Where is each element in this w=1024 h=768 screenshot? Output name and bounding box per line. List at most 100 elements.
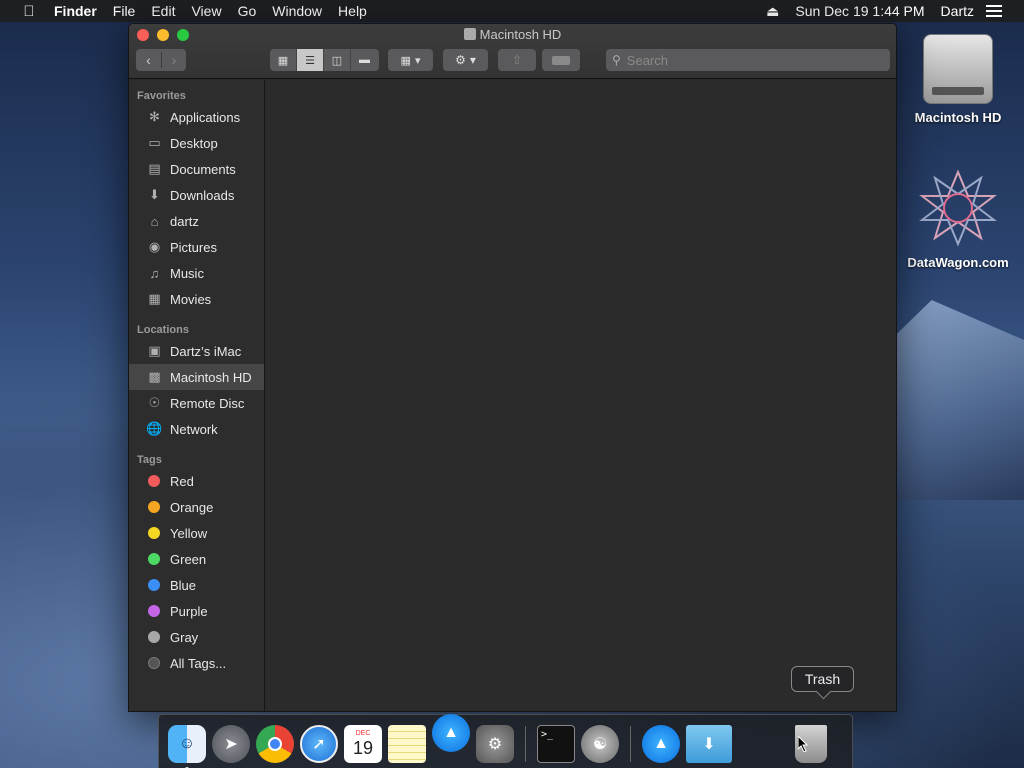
- menu-go[interactable]: Go: [230, 0, 265, 22]
- dock-terminal-icon[interactable]: >_: [537, 724, 575, 763]
- dock-separator: [525, 725, 526, 762]
- hard-disk-icon: ▩: [148, 369, 161, 384]
- sidebar-item-label: Downloads: [170, 187, 235, 203]
- dock-finder-icon[interactable]: ☺: [168, 724, 206, 768]
- sidebar-item-label: All Tags...: [170, 655, 227, 671]
- music-icon: ♫: [149, 265, 160, 281]
- icon-view-button[interactable]: ▦: [270, 49, 297, 71]
- sidebar-item-label: Yellow: [170, 525, 208, 541]
- sidebar-tag-red[interactable]: Red: [129, 468, 264, 494]
- dock-chrome-icon[interactable]: [256, 724, 294, 763]
- dock-downloads-folder-icon[interactable]: ⬇: [686, 724, 732, 763]
- calendar-month: DEC: [355, 730, 371, 737]
- menu-file[interactable]: File: [105, 0, 144, 22]
- dock-automator-icon[interactable]: ☯: [581, 724, 619, 763]
- search-field[interactable]: ⚲: [606, 49, 890, 71]
- sidebar-item-label: Applications: [170, 109, 241, 125]
- group-button[interactable]: ▦ ▾: [388, 49, 433, 71]
- sidebar-tag-purple[interactable]: Purple: [129, 598, 264, 624]
- finder-window: Macintosh HD ‹ › ▦ ☰ ◫ ▬ ▦ ▾ ⚙ ▾ ⇧ ⚲ Sea…: [128, 23, 897, 712]
- dock-system-preferences-icon[interactable]: ⚙: [476, 724, 514, 763]
- sidebar-item-music[interactable]: ♫ Music: [129, 260, 264, 286]
- dock-notes-icon[interactable]: [388, 724, 426, 763]
- tag-icon: [552, 55, 570, 65]
- network-icon: 🌐: [146, 421, 163, 436]
- sidebar-item-macintosh-hd[interactable]: ▩ Macintosh HD: [129, 364, 264, 390]
- dock-app-store-launching-icon[interactable]: ▲: [432, 713, 470, 752]
- sidebar-item-movies[interactable]: ▦ Movies: [129, 286, 264, 312]
- sidebar-item-label: Dartz’s iMac: [170, 343, 242, 359]
- sidebar-tag-yellow[interactable]: Yellow: [129, 520, 264, 546]
- desktop-icon-label: Macintosh HD: [914, 110, 1002, 125]
- imac-icon: ▣: [148, 343, 161, 358]
- dock-calendar-icon[interactable]: DEC 19: [344, 724, 382, 763]
- eject-icon[interactable]: ⏏: [758, 3, 787, 20]
- sidebar-item-network[interactable]: 🌐 Network: [129, 416, 264, 442]
- sidebar-item-desktop[interactable]: ▭ Desktop: [129, 130, 264, 156]
- dock-app-store-icon[interactable]: ▲: [642, 724, 680, 763]
- share-button[interactable]: ⇧: [498, 49, 536, 71]
- action-button[interactable]: ⚙ ▾: [443, 49, 488, 71]
- navigation-buttons: ‹ ›: [136, 49, 186, 71]
- sidebar-item-home[interactable]: ⌂ dartz: [129, 208, 264, 234]
- sidebar-item-downloads[interactable]: ⬇ Downloads: [129, 182, 264, 208]
- tag-button[interactable]: [542, 49, 580, 71]
- forward-button[interactable]: ›: [161, 52, 186, 68]
- tag-red-dot-icon: [148, 475, 160, 487]
- gallery-view-button[interactable]: ▬: [351, 49, 378, 71]
- window-title-text: Macintosh HD: [479, 27, 562, 42]
- sidebar-item-label: Remote Disc: [170, 395, 245, 411]
- apple-menu-icon[interactable]: : [18, 3, 40, 20]
- sidebar-item-documents[interactable]: ▤ Documents: [129, 156, 264, 182]
- sidebar-item-label: dartz: [170, 213, 199, 229]
- sidebar-item-applications[interactable]: ✻ Applications: [129, 104, 264, 130]
- back-button[interactable]: ‹: [136, 52, 161, 68]
- view-mode-buttons: ▦ ☰ ◫ ▬: [270, 49, 379, 71]
- list-view-button[interactable]: ☰: [297, 49, 324, 71]
- dock-launchpad-icon[interactable]: ➤: [212, 724, 250, 763]
- menu-bar:  Finder File Edit View Go Window Help ⏏…: [0, 0, 1024, 22]
- sidebar-item-pictures[interactable]: ◉ Pictures: [129, 234, 264, 260]
- sidebar-tag-all[interactable]: All Tags...: [129, 650, 264, 676]
- sidebar-tag-green[interactable]: Green: [129, 546, 264, 572]
- desktop-icon-macintosh-hd[interactable]: Macintosh HD: [903, 34, 1013, 125]
- applications-icon: ✻: [149, 109, 160, 124]
- search-icon: ⚲: [612, 53, 621, 67]
- tag-gray-dot-icon: [148, 631, 160, 643]
- sidebar-item-label: Gray: [170, 629, 199, 645]
- desktop-icon-datawagon[interactable]: DataWagon.com: [903, 168, 1013, 270]
- search-input[interactable]: [626, 52, 867, 68]
- column-view-button[interactable]: ◫: [324, 49, 351, 71]
- sidebar-item-imac[interactable]: ▣ Dartz’s iMac: [129, 338, 264, 364]
- chevron-down-icon: ▾: [469, 53, 476, 67]
- sidebar-item-label: Movies: [170, 291, 212, 307]
- menu-app-name[interactable]: Finder: [54, 0, 105, 22]
- sidebar-tag-gray[interactable]: Gray: [129, 624, 264, 650]
- sidebar-item-remote-disc[interactable]: ☉ Remote Disc: [129, 390, 264, 416]
- dock-separator: [630, 725, 631, 762]
- sidebar-item-label: Pictures: [170, 239, 217, 255]
- sidebar: Favorites ✻ Applications ▭ Desktop ▤ Doc…: [129, 80, 265, 711]
- tag-blue-dot-icon: [148, 579, 160, 591]
- desktop-icon-label: DataWagon.com: [907, 255, 1009, 270]
- sidebar-tag-orange[interactable]: Orange: [129, 494, 264, 520]
- menu-window[interactable]: Window: [264, 0, 330, 22]
- window-title: Macintosh HD: [129, 27, 896, 42]
- dock-safari-icon[interactable]: ➚: [300, 724, 338, 763]
- menu-user[interactable]: Dartz: [933, 3, 982, 19]
- menu-clock[interactable]: Sun Dec 19 1:44 PM: [787, 3, 932, 19]
- movies-icon: ▦: [148, 291, 161, 306]
- notification-center-icon[interactable]: [986, 5, 1002, 17]
- pictures-icon: ◉: [148, 239, 161, 254]
- sidebar-item-label: Macintosh HD: [170, 369, 252, 385]
- sidebar-item-label: Orange: [170, 499, 214, 515]
- window-toolbar: Macintosh HD ‹ › ▦ ☰ ◫ ▬ ▦ ▾ ⚙ ▾ ⇧ ⚲: [129, 24, 896, 79]
- file-list-area[interactable]: [266, 80, 896, 711]
- sidebar-item-label: Documents: [170, 161, 236, 177]
- menu-view[interactable]: View: [183, 0, 229, 22]
- sidebar-item-label: Red: [170, 473, 194, 489]
- sidebar-section-locations: Locations: [137, 324, 189, 336]
- menu-help[interactable]: Help: [330, 0, 375, 22]
- sidebar-tag-blue[interactable]: Blue: [129, 572, 264, 598]
- menu-edit[interactable]: Edit: [143, 0, 183, 22]
